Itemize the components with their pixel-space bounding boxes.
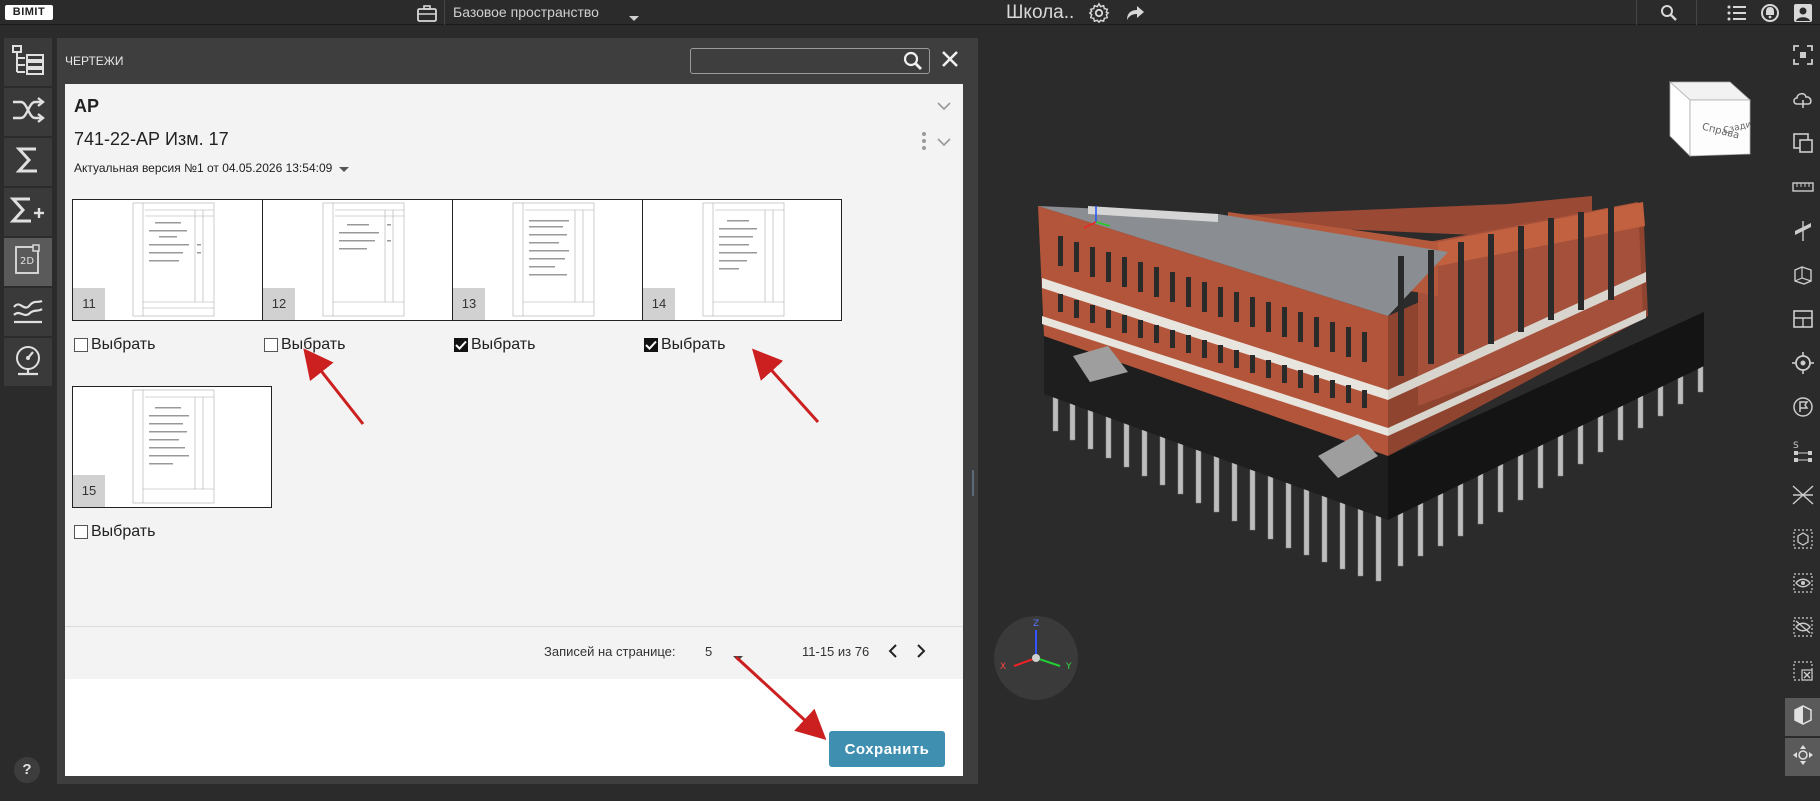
annotation-arrow bbox=[303, 348, 365, 425]
annotation-arrows bbox=[303, 348, 827, 741]
annotation-arrow bbox=[751, 348, 820, 424]
annotation-arrow bbox=[734, 655, 827, 741]
